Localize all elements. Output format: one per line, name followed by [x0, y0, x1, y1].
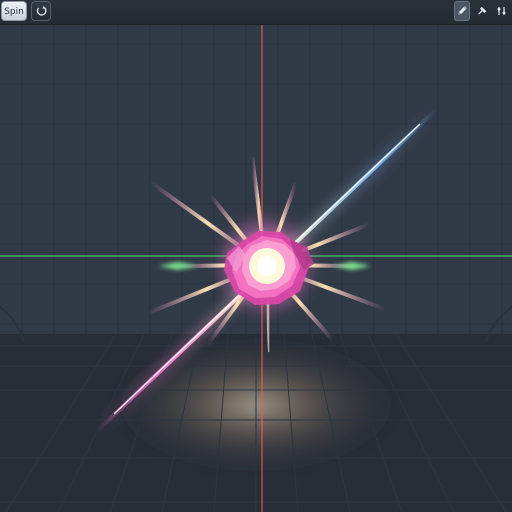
spin-mode-label: Spin: [4, 7, 24, 17]
right-toolbar-group: [454, 1, 510, 21]
slider-icon: [497, 7, 506, 15]
pen-icon: [458, 6, 467, 15]
settings-tool-button[interactable]: [494, 1, 510, 21]
top-toolbar: Spin: [0, 0, 512, 25]
rotate-icon: [36, 5, 47, 16]
pin-icon: [478, 6, 487, 15]
pin-tool-button[interactable]: [474, 1, 490, 21]
rotate-button[interactable]: [31, 1, 51, 21]
pen-tool-button[interactable]: [454, 1, 470, 21]
editor-viewport[interactable]: Spin: [0, 0, 512, 512]
spin-mode-button[interactable]: Spin: [1, 1, 27, 21]
scene-canvas[interactable]: [0, 0, 512, 512]
